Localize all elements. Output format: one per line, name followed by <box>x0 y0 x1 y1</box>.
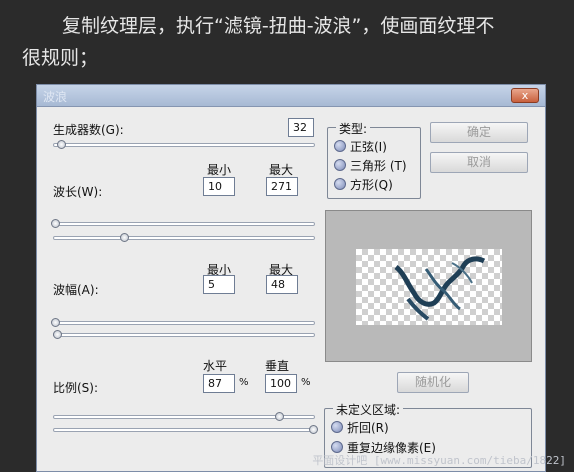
preview-panel <box>325 210 532 362</box>
scale-vertical-slider-track[interactable] <box>53 428 315 432</box>
radio-wrap-around-label: 折回(R) <box>347 421 389 435</box>
wave-dialog: 波浪 x 生成器数(G): 32 最小 最大 波长(W): 10 271 最小 … <box>36 84 546 472</box>
amplitude-min-slider-track[interactable] <box>53 321 315 325</box>
scale-vertical-slider-thumb[interactable] <box>309 425 318 434</box>
wavelength-max-label: 最大 <box>269 163 294 177</box>
wavelength-min-slider-track[interactable] <box>53 222 315 226</box>
generators-slider-track[interactable] <box>53 143 315 147</box>
amplitude-max-slider-thumb[interactable] <box>53 330 62 339</box>
wavelength-max-slider-thumb[interactable] <box>120 233 129 242</box>
preview-transparency <box>356 249 502 325</box>
wave-preview-image <box>394 256 486 321</box>
radio-triangle-label: 三角形 (T) <box>350 159 407 173</box>
radio-wrap-around[interactable] <box>331 421 343 433</box>
radio-sine-label: 正弦(I) <box>350 140 387 154</box>
title-bar[interactable]: 波浪 x <box>37 85 545 107</box>
type-group-title: 类型: <box>336 120 371 137</box>
wavelength-min-label: 最小 <box>207 163 232 177</box>
radio-square-label: 方形(Q) <box>350 178 393 192</box>
amplitude-min-input[interactable]: 5 <box>203 275 235 294</box>
amplitude-max-input[interactable]: 48 <box>266 275 298 294</box>
scale-vertical-input[interactable]: 100 <box>265 374 297 393</box>
radio-square[interactable] <box>334 178 346 190</box>
ok-button[interactable]: 确定 <box>430 122 528 143</box>
scale-horizontal-label: 水平 <box>203 359 228 373</box>
caption-line-1: 复制纹理层，执行“滤镜-扭曲-波浪”，使画面纹理不 <box>62 15 495 37</box>
wavelength-min-slider-thumb[interactable] <box>51 219 60 228</box>
amplitude-min-slider-thumb[interactable] <box>51 318 60 327</box>
wavelength-min-input[interactable]: 10 <box>203 177 235 196</box>
dialog-title: 波浪 <box>43 90 68 104</box>
tutorial-caption: 复制纹理层，执行“滤镜-扭曲-波浪”，使画面纹理不 很规则； <box>0 0 574 84</box>
close-button[interactable]: x <box>511 88 539 103</box>
scale-label: 比例(S): <box>53 381 99 395</box>
scale-vertical-unit: % <box>301 377 311 388</box>
scale-horizontal-unit: % <box>239 377 249 388</box>
cancel-button[interactable]: 取消 <box>430 152 528 173</box>
amplitude-max-slider-track[interactable] <box>53 333 315 337</box>
scale-horizontal-input[interactable]: 87 <box>203 374 235 393</box>
site-watermark: 平面设计吧 [www.missyuan.com/tieba/1822] <box>312 454 566 467</box>
scale-horizontal-slider-thumb[interactable] <box>275 412 284 421</box>
radio-sine[interactable] <box>334 140 346 152</box>
wavelength-max-input[interactable]: 271 <box>266 177 298 196</box>
randomize-button[interactable]: 随机化 <box>397 372 469 393</box>
generators-label: 生成器数(G): <box>53 123 124 137</box>
radio-triangle[interactable] <box>334 159 346 171</box>
generators-slider-thumb[interactable] <box>57 140 66 149</box>
wavelength-label: 波长(W): <box>53 185 103 199</box>
amplitude-label: 波幅(A): <box>53 283 99 297</box>
generators-input[interactable]: 32 <box>288 118 314 137</box>
scale-vertical-label: 垂直 <box>265 359 290 373</box>
wavelength-max-slider-track[interactable] <box>53 236 315 240</box>
undefined-areas-title: 未定义区域: <box>333 401 404 418</box>
caption-line-2: 很规则； <box>22 47 99 69</box>
type-group: 类型: 正弦(I) 三角形 (T) 方形(Q) <box>327 120 421 199</box>
